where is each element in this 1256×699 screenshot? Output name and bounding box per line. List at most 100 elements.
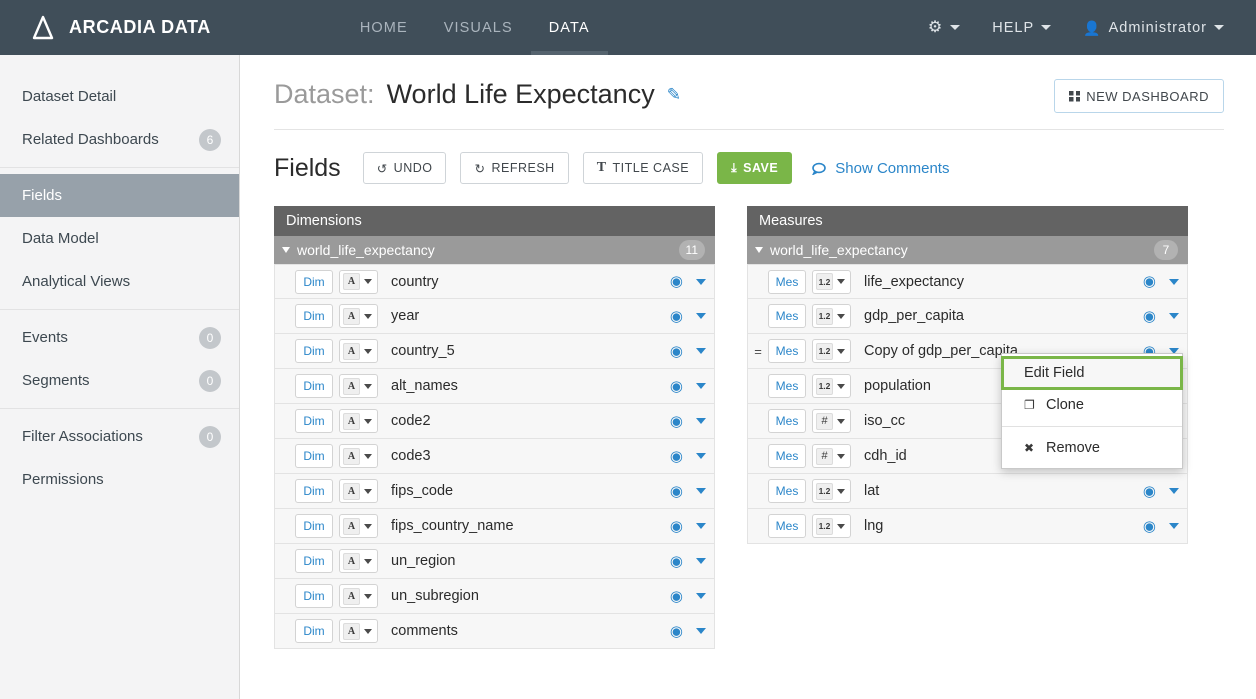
dimension-role-button[interactable]: Dim (295, 270, 333, 294)
user-menu[interactable]: 👤 Administrator (1067, 0, 1240, 55)
dimension-type-dropdown[interactable]: A (339, 374, 378, 398)
eye-visibility-icon[interactable]: ◉ (670, 449, 683, 464)
table-row[interactable]: DimAfips_country_name◉ (274, 509, 715, 544)
row-menu-chevron-icon[interactable] (1169, 313, 1179, 319)
row-menu-chevron-icon[interactable] (696, 558, 706, 564)
table-row[interactable]: DimAalt_names◉ (274, 369, 715, 404)
context-menu-item-remove[interactable]: ✖ Remove (1002, 433, 1182, 463)
table-row[interactable]: Mes1.2gdp_per_capita◉ (747, 299, 1188, 334)
dimension-type-dropdown[interactable]: A (339, 549, 378, 573)
eye-visibility-icon[interactable]: ◉ (670, 624, 683, 639)
table-row[interactable]: DimAun_subregion◉ (274, 579, 715, 614)
eye-visibility-icon[interactable]: ◉ (670, 484, 683, 499)
eye-visibility-icon[interactable]: ◉ (670, 589, 683, 604)
dimension-type-dropdown[interactable]: A (339, 409, 378, 433)
measure-type-dropdown[interactable]: 1.2 (812, 304, 851, 328)
row-menu-chevron-icon[interactable] (1169, 523, 1179, 529)
dimension-type-dropdown[interactable]: A (339, 514, 378, 538)
measure-role-button[interactable]: Mes (768, 479, 806, 503)
row-menu-chevron-icon[interactable] (696, 488, 706, 494)
help-menu[interactable]: HELP (976, 0, 1067, 55)
measure-type-dropdown[interactable]: 1.2 (812, 374, 851, 398)
dimension-type-dropdown[interactable]: A (339, 304, 378, 328)
eye-visibility-icon[interactable]: ◉ (670, 379, 683, 394)
row-menu-chevron-icon[interactable] (696, 453, 706, 459)
measure-type-dropdown[interactable]: 1.2 (812, 514, 851, 538)
eye-visibility-icon[interactable]: ◉ (670, 309, 683, 324)
eye-visibility-icon[interactable]: ◉ (1143, 484, 1156, 499)
measure-role-button[interactable]: Mes (768, 444, 806, 468)
nav-item-data[interactable]: DATA (531, 0, 608, 55)
sidebar-item-segments[interactable]: Segments 0 (0, 359, 239, 402)
row-menu-chevron-icon[interactable] (696, 348, 706, 354)
measure-role-button[interactable]: Mes (768, 409, 806, 433)
row-menu-chevron-icon[interactable] (696, 313, 706, 319)
context-menu-item-clone[interactable]: ❐ Clone (1002, 390, 1182, 420)
context-menu-item-edit-field[interactable]: Edit Field (1001, 356, 1183, 390)
refresh-button[interactable]: ↻ REFRESH (460, 152, 568, 184)
table-row[interactable]: DimAcountry◉ (274, 264, 715, 299)
sidebar-item-filter-associations[interactable]: Filter Associations 0 (0, 415, 239, 458)
row-menu-chevron-icon[interactable] (1169, 279, 1179, 285)
collapse-triangle-icon[interactable] (282, 247, 290, 253)
dimension-role-button[interactable]: Dim (295, 409, 333, 433)
dimension-type-dropdown[interactable]: A (339, 584, 378, 608)
row-menu-chevron-icon[interactable] (696, 418, 706, 424)
row-menu-chevron-icon[interactable] (696, 628, 706, 634)
table-row[interactable]: Mes1.2lng◉ (747, 509, 1188, 544)
dimension-type-dropdown[interactable]: A (339, 444, 378, 468)
sidebar-item-data-model[interactable]: Data Model (0, 217, 239, 260)
table-row[interactable]: DimAcountry_5◉ (274, 334, 715, 369)
title-case-button[interactable]: T TITLE CASE (583, 152, 703, 184)
table-row[interactable]: Mes1.2life_expectancy◉ (747, 264, 1188, 299)
collapse-triangle-icon[interactable] (755, 247, 763, 253)
measure-type-dropdown[interactable]: 1.2 (812, 339, 851, 363)
dimension-type-dropdown[interactable]: A (339, 339, 378, 363)
row-menu-chevron-icon[interactable] (696, 279, 706, 285)
sidebar-item-fields[interactable]: Fields (0, 174, 239, 217)
dimension-role-button[interactable]: Dim (295, 444, 333, 468)
pencil-icon[interactable]: ✎ (667, 85, 681, 105)
measures-table-group[interactable]: world_life_expectancy 7 (747, 236, 1188, 264)
measure-role-button[interactable]: Mes (768, 514, 806, 538)
table-row[interactable]: DimAcomments◉ (274, 614, 715, 649)
dimension-role-button[interactable]: Dim (295, 374, 333, 398)
measure-role-button[interactable]: Mes (768, 304, 806, 328)
dimension-role-button[interactable]: Dim (295, 584, 333, 608)
measure-role-button[interactable]: Mes (768, 339, 806, 363)
save-button[interactable]: ⤓ SAVE (717, 152, 792, 184)
dimension-type-dropdown[interactable]: A (339, 270, 378, 294)
measure-type-dropdown[interactable]: # (812, 444, 851, 468)
dimension-role-button[interactable]: Dim (295, 479, 333, 503)
brand-logo-group[interactable]: ARCADIA DATA (28, 13, 211, 43)
row-menu-chevron-icon[interactable] (696, 593, 706, 599)
table-row[interactable]: Mes1.2lat◉ (747, 474, 1188, 509)
settings-menu[interactable]: ⚙ (912, 0, 976, 55)
eye-visibility-icon[interactable]: ◉ (670, 414, 683, 429)
row-menu-chevron-icon[interactable] (696, 523, 706, 529)
measure-type-dropdown[interactable]: # (812, 409, 851, 433)
sidebar-item-events[interactable]: Events 0 (0, 316, 239, 359)
show-comments-link[interactable]: Show Comments (812, 160, 949, 177)
sidebar-item-permissions[interactable]: Permissions (0, 458, 239, 501)
nav-item-visuals[interactable]: VISUALS (426, 0, 531, 55)
measure-type-dropdown[interactable]: 1.2 (812, 479, 851, 503)
eye-visibility-icon[interactable]: ◉ (670, 274, 683, 289)
table-row[interactable]: DimAun_region◉ (274, 544, 715, 579)
dimension-type-dropdown[interactable]: A (339, 619, 378, 643)
eye-visibility-icon[interactable]: ◉ (1143, 519, 1156, 534)
measure-role-button[interactable]: Mes (768, 374, 806, 398)
row-menu-chevron-icon[interactable] (696, 383, 706, 389)
table-row[interactable]: DimAcode2◉ (274, 404, 715, 439)
dimension-type-dropdown[interactable]: A (339, 479, 378, 503)
eye-visibility-icon[interactable]: ◉ (1143, 274, 1156, 289)
sidebar-item-dataset-detail[interactable]: Dataset Detail (0, 75, 239, 118)
sidebar-item-related-dashboards[interactable]: Related Dashboards 6 (0, 118, 239, 161)
sidebar-item-analytical-views[interactable]: Analytical Views (0, 260, 239, 303)
table-row[interactable]: DimAfips_code◉ (274, 474, 715, 509)
measure-type-dropdown[interactable]: 1.2 (812, 270, 851, 294)
table-row[interactable]: DimAyear◉ (274, 299, 715, 334)
nav-item-home[interactable]: HOME (342, 0, 426, 55)
dimension-role-button[interactable]: Dim (295, 514, 333, 538)
dimensions-table-group[interactable]: world_life_expectancy 11 (274, 236, 715, 264)
